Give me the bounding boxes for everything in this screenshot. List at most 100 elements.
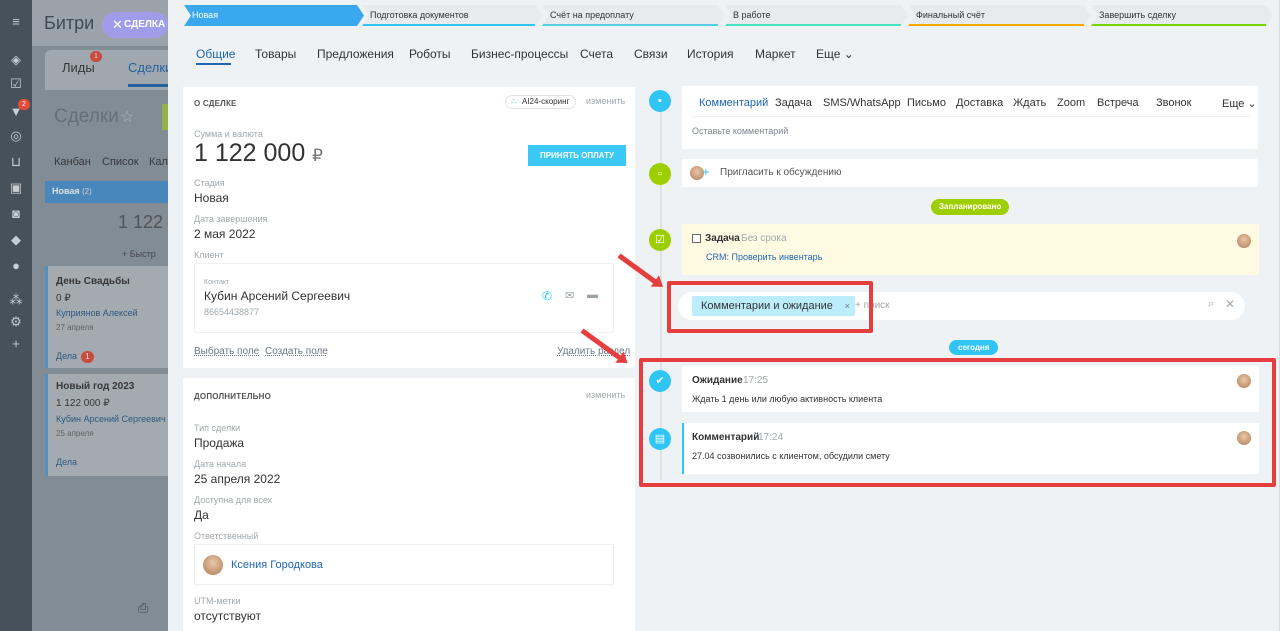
create-field-link[interactable]: Создать поле [265, 346, 328, 357]
mail-icon[interactable]: ✉ [565, 289, 574, 302]
tab-general[interactable]: Общие [196, 47, 235, 61]
task-link[interactable]: CRM: Проверить инвентарь [706, 252, 822, 262]
task-title: Задача [705, 233, 740, 244]
tab-invoices[interactable]: Счета [580, 47, 613, 61]
close-date-label: Дата завершения [194, 214, 268, 224]
close-icon: ✕ [112, 17, 123, 32]
target-icon[interactable]: ◎ [8, 128, 24, 144]
about-edit[interactable]: изменить [586, 96, 625, 106]
contact-name[interactable]: Кубин Арсений Сергеевич [204, 289, 350, 303]
contact-card-icon[interactable]: ▣ [8, 180, 24, 196]
close-slider-button[interactable]: ✕ СДЕЛКА [102, 12, 168, 38]
menu-icon[interactable]: ≡ [8, 14, 24, 30]
ai-dots-icon: ∴ [511, 97, 517, 106]
contact-block: Контакт Кубин Арсений Сергеевич 86654438… [194, 263, 614, 333]
about-section: О СДЕЛКЕ ∴ AI24-скоринг изменить Сумма и… [183, 87, 635, 368]
composer-tab-zoom[interactable]: Zoom [1057, 97, 1085, 109]
planned-task[interactable]: Задача Без срока CRM: Проверить инвентар… [682, 224, 1259, 275]
composer-tab-wait[interactable]: Ждать [1013, 97, 1046, 109]
highlight-items-box [639, 358, 1276, 487]
composer-tab-meeting[interactable]: Встреча [1097, 97, 1139, 109]
composer-tab-comment[interactable]: Комментарий [699, 97, 768, 109]
chat-green-icon: ▫ [649, 163, 671, 185]
start-date-value[interactable]: 25 апреля 2022 [194, 472, 280, 486]
left-rail: ≡ ◈ ☑ ▼ 2 ◎ ⊔ ▣ ◙ ◆ ● ⁂ ⚙ + [0, 0, 32, 631]
plus-icon[interactable]: + [8, 336, 24, 352]
client-label: Клиент [194, 250, 224, 260]
task-deadline[interactable]: Без срока [741, 233, 787, 244]
about-heading: О СДЕЛКЕ [194, 99, 237, 108]
tab-more[interactable]: Еще ⌄ [816, 47, 854, 61]
sum-label: Сумма и валюта [194, 129, 263, 139]
access-value[interactable]: Да [194, 508, 209, 522]
deal-panel: Новая Подготовка документов Счёт на пред… [168, 0, 1280, 631]
stage-close-deal[interactable]: Завершить сделку [1091, 5, 1273, 26]
settings-circle-icon[interactable]: ● [8, 258, 24, 274]
stage-value[interactable]: Новая [194, 191, 229, 205]
composer-tab-task[interactable]: Задача [775, 97, 812, 109]
rail-badge: 2 [18, 99, 30, 110]
contact-label: Контакт [204, 279, 230, 286]
gear-icon[interactable]: ⚙ [8, 314, 24, 330]
composer-tab-more[interactable]: Еще ⌄ [1222, 97, 1257, 110]
clear-icon[interactable]: ✕ [1225, 297, 1235, 311]
composer-tab-email[interactable]: Письмо [907, 97, 946, 109]
start-date-label: Дата начала [194, 459, 247, 469]
stage-label: Стадия [194, 178, 225, 188]
search-icon[interactable]: ⌕ [1208, 298, 1214, 311]
phone-icon[interactable]: ✆ [542, 289, 552, 303]
tab-bizproc[interactable]: Бизнес-процессы [471, 47, 568, 61]
extra-edit[interactable]: изменить [586, 390, 625, 400]
invite-text: Пригласить к обсуждению [720, 167, 842, 178]
close-slider-label: СДЕЛКА [124, 19, 166, 30]
planned-label: Запланировано [931, 199, 1010, 215]
extra-heading: ДОПОЛНИТЕЛЬНО [194, 392, 272, 401]
responsible-label: Ответственный [194, 531, 259, 541]
extra-section: ДОПОЛНИТЕЛЬНО изменить Тип сделки Продаж… [183, 378, 635, 631]
tab-offers[interactable]: Предложения [317, 47, 394, 61]
avatar [1237, 234, 1251, 248]
invite-bar[interactable]: + Пригласить к обсуждению [682, 159, 1258, 187]
today-label: сегодня [949, 340, 999, 355]
composer: Комментарий Задача SMS/WhatsApp Письмо Д… [682, 86, 1258, 149]
close-date-value[interactable]: 2 мая 2022 [194, 227, 255, 241]
sitemap-icon[interactable]: ⁂ [8, 292, 24, 308]
stage-prepayment[interactable]: Счёт на предоплату [542, 5, 725, 26]
tab-market[interactable]: Маркет [755, 47, 796, 61]
access-label: Доступна для всех [194, 495, 273, 505]
tasks-icon[interactable]: ☑ [8, 76, 24, 92]
tab-robots[interactable]: Роботы [409, 47, 451, 61]
responsible-block: Ксения Городкова [194, 544, 614, 585]
accept-payment-button[interactable]: ПРИНЯТЬ ОПЛАТУ [528, 145, 626, 166]
utm-value: отсутствуют [194, 609, 261, 623]
composer-input[interactable]: Оставьте комментарий [692, 126, 788, 136]
box-icon[interactable]: ◆ [8, 232, 24, 248]
deal-type-value[interactable]: Продажа [194, 436, 244, 450]
stage-in-progress[interactable]: В работе [725, 5, 908, 26]
contact-phone[interactable]: 86654438877 [204, 307, 259, 317]
task-check-icon: ☑ [649, 229, 671, 251]
cart-icon[interactable]: ⊔ [8, 154, 24, 170]
background-list: Битри Лиды 1 Сделки Сделки ☆ Канбан Спис… [32, 0, 168, 631]
task-checkbox[interactable] [692, 234, 701, 243]
responsible-name[interactable]: Ксения Городкова [231, 559, 323, 571]
robot-icon[interactable]: ◙ [8, 206, 24, 222]
stage-new[interactable]: Новая [184, 5, 364, 26]
tab-products[interactable]: Товары [255, 47, 296, 61]
highlight-filter-box [667, 281, 873, 333]
chat-icon[interactable]: ▬ [587, 289, 598, 301]
avatar [203, 555, 223, 575]
composer-tab-call[interactable]: Звонок [1156, 97, 1192, 109]
stage-final-invoice[interactable]: Финальный счёт [908, 5, 1091, 26]
ai-scoring-badge[interactable]: ∴ AI24-скоринг [505, 95, 577, 109]
composer-tab-sms[interactable]: SMS/WhatsApp [823, 97, 901, 109]
utm-label: UTM-метки [194, 596, 241, 606]
select-field-link[interactable]: Выбрать поле [194, 346, 259, 357]
tab-links[interactable]: Связи [634, 47, 668, 61]
add-icon: + [702, 164, 710, 179]
tab-history[interactable]: История [687, 47, 734, 61]
stage-docs[interactable]: Подготовка документов [362, 5, 542, 26]
sum-value: 1 122 000 ₽ [194, 139, 323, 167]
feed-icon[interactable]: ◈ [8, 52, 24, 68]
composer-tab-delivery[interactable]: Доставка [956, 97, 1003, 109]
